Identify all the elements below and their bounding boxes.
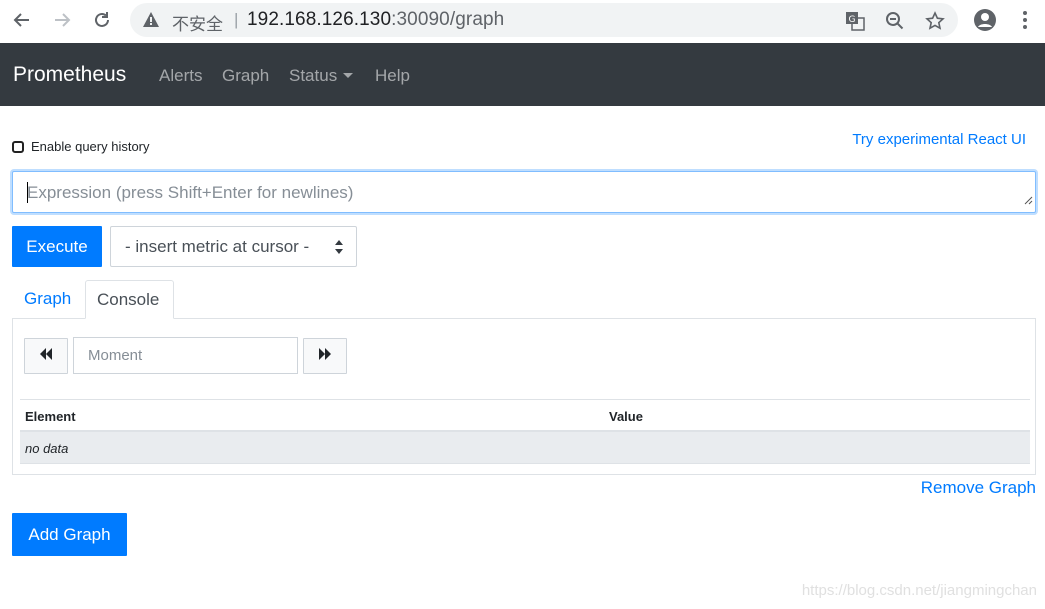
column-value: Value (609, 409, 643, 424)
insert-metric-select[interactable]: - insert metric at cursor - (110, 226, 357, 267)
address-bar[interactable]: 不安全 | 192.168.126.130:30090/graph G (130, 3, 958, 37)
moment-placeholder: Moment (88, 347, 143, 364)
back-icon[interactable] (8, 6, 36, 34)
column-element: Element (25, 409, 76, 424)
url-path: :30090/graph (391, 9, 505, 30)
history-checkbox[interactable] (12, 140, 24, 153)
url-text[interactable]: 192.168.126.130:30090/graph (247, 9, 504, 31)
star-icon[interactable] (924, 10, 946, 32)
nav-help[interactable]: Help (375, 66, 410, 86)
url-host: 192.168.126.130 (247, 9, 392, 30)
url-separator: | (234, 10, 239, 29)
reload-icon[interactable] (88, 6, 116, 34)
select-arrows-icon (334, 239, 344, 260)
svg-text:G: G (849, 15, 856, 25)
table-row: no data (20, 432, 1030, 464)
add-graph-button[interactable]: Add Graph (12, 513, 127, 556)
execute-button[interactable]: Execute (12, 226, 102, 267)
moment-input[interactable]: Moment (73, 337, 298, 374)
console-panel: Moment Element Value no data (12, 318, 1036, 475)
query-history-toggle[interactable]: Enable query history (12, 139, 150, 154)
no-data-text: no data (25, 441, 69, 456)
menu-kebab-icon[interactable] (1011, 6, 1039, 34)
caret-down-icon (343, 73, 354, 78)
insert-metric-label: - insert metric at cursor - (125, 237, 310, 256)
app-navbar: Prometheus Alerts Graph Status Help (0, 43, 1045, 106)
zoom-out-icon[interactable] (884, 10, 906, 32)
history-label: Enable query history (31, 139, 150, 154)
brand-logo[interactable]: Prometheus (13, 63, 126, 87)
remove-graph-link[interactable]: Remove Graph (921, 478, 1036, 498)
nav-status-label: Status (289, 66, 338, 85)
expression-input[interactable]: Expression (press Shift+Enter for newlin… (12, 171, 1036, 213)
browser-toolbar: 不安全 | 192.168.126.130:30090/graph G (0, 0, 1045, 43)
expression-placeholder: Expression (press Shift+Enter for newlin… (27, 183, 354, 202)
nav-graph[interactable]: Graph (222, 66, 269, 86)
table-header: Element Value (20, 399, 1030, 432)
react-ui-link[interactable]: Try experimental React UI (852, 131, 1026, 148)
resize-handle-icon[interactable] (1023, 192, 1033, 210)
results-table: Element Value no data (20, 399, 1030, 464)
tab-graph[interactable]: Graph (12, 280, 85, 319)
tab-console[interactable]: Console (85, 280, 174, 319)
insecure-label: 不安全 (172, 15, 223, 35)
backward-icon (39, 347, 53, 365)
nav-status[interactable]: Status (289, 66, 354, 86)
watermark: https://blog.csdn.net/jiangmingchan (801, 582, 1037, 599)
forward-step-icon (318, 347, 332, 365)
moment-forward-button[interactable] (303, 338, 347, 374)
text-caret (27, 182, 28, 203)
nav-alerts[interactable]: Alerts (159, 66, 202, 86)
forward-icon[interactable] (48, 6, 76, 34)
translate-icon[interactable]: G (844, 10, 866, 32)
moment-back-button[interactable] (24, 338, 68, 374)
profile-icon[interactable] (971, 6, 999, 34)
warning-icon[interactable] (142, 11, 160, 33)
